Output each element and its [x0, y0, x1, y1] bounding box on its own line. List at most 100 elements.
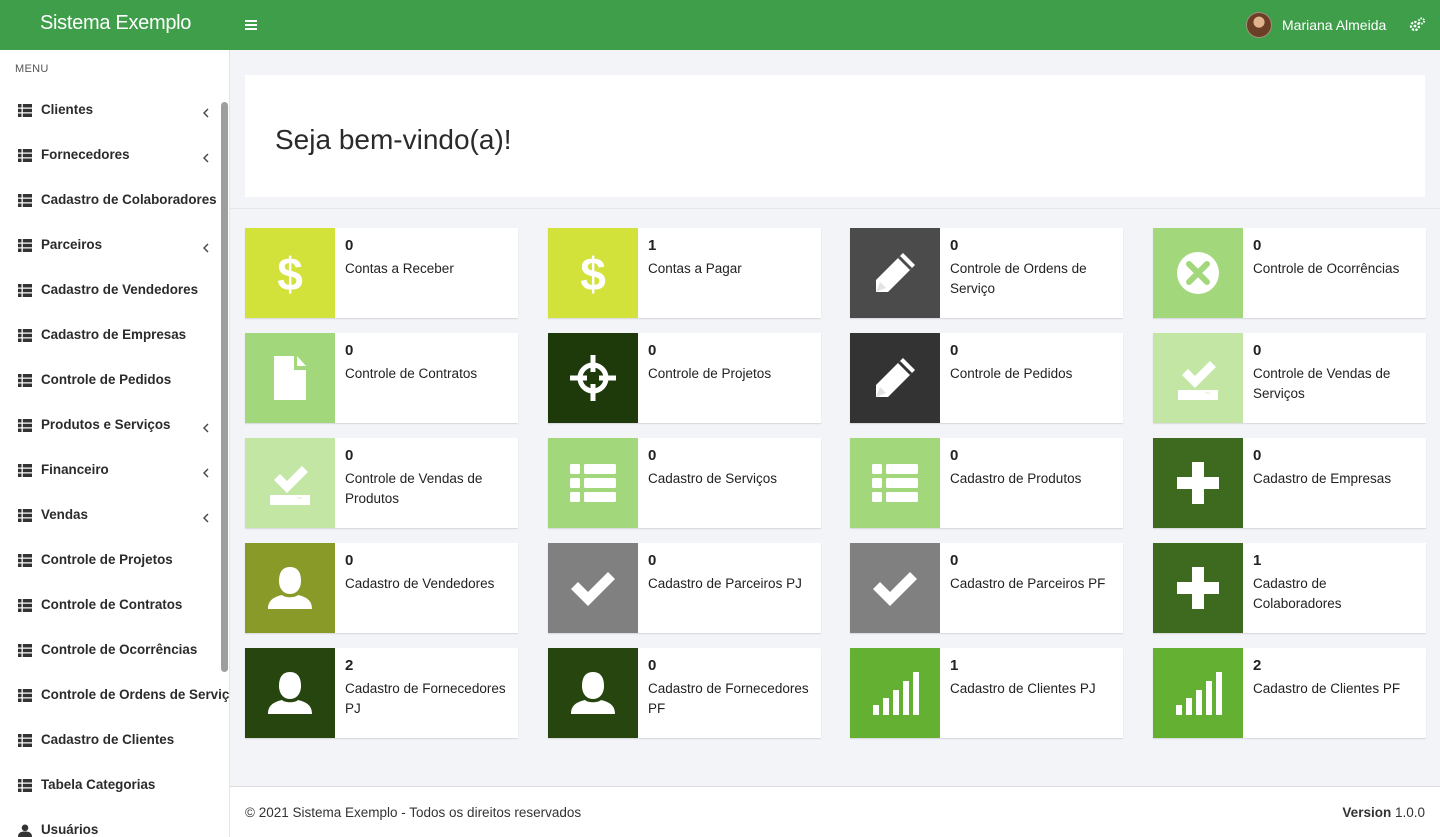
info-box-icon-area [245, 333, 335, 423]
brand-logo[interactable]: Sistema Exemplo [40, 12, 191, 35]
sidebar: MENU Clientes Fornecedores Cadastro de Col… [0, 50, 230, 837]
info-box-label: Contas a Receber [345, 261, 454, 276]
sidebar-item-controle-de-projetos[interactable]: Controle de Projetos [0, 538, 222, 583]
th-list-icon [18, 509, 32, 522]
info-box-cadastro-de-parceiros-pj[interactable]: 0 Cadastro de Parceiros PJ [548, 543, 821, 633]
sidebar-item-label: Produtos e Serviços [41, 417, 171, 432]
sidebar-item-cadastro-de-empresas[interactable]: Cadastro de Empresas [0, 313, 222, 358]
info-box-count: 0 [950, 237, 959, 254]
info-box-label: Contas a Pagar [648, 261, 742, 276]
copyright-text: © 2021 Sistema Exemplo - Todos os direit… [245, 805, 582, 820]
user-name: Mariana Almeida [1282, 17, 1387, 33]
info-box-icon-area [850, 543, 940, 633]
sidebar-item-cadastro-de-vendedores[interactable]: Cadastro de Vendedores [0, 268, 222, 313]
info-box-controle-de-pedidos[interactable]: 0 Controle de Pedidos [850, 333, 1123, 423]
welcome-panel: Seja bem-vindo(a)! [245, 75, 1425, 197]
sidebar-item-clientes[interactable]: Clientes [0, 88, 222, 133]
info-box-icon-area [850, 648, 940, 738]
info-box-icon-area [1153, 543, 1243, 633]
footer: © 2021 Sistema Exemplo - Todos os direit… [230, 786, 1440, 837]
info-box-icon-area [548, 648, 638, 738]
info-box-icon-area [850, 228, 940, 318]
info-box-cadastro-de-clientes-pj[interactable]: 1 Cadastro de Clientes PJ [850, 648, 1123, 738]
menu-toggle-icon[interactable] [243, 17, 259, 33]
sidebar-item-parceiros[interactable]: Parceiros [0, 223, 222, 268]
info-box-label: Cadastro de Empresas [1253, 471, 1392, 486]
sidebar-item-label: Vendas [41, 507, 88, 522]
sidebar-scrollbar[interactable] [221, 102, 228, 672]
info-box-label: Controle de Vendas de Serviços [1253, 366, 1391, 401]
info-box-count: 0 [648, 552, 657, 569]
info-box-icon-area [850, 438, 940, 528]
info-box-cadastro-de-vendedores[interactable]: 0 Cadastro de Vendedores [245, 543, 518, 633]
info-box-controle-de-vendas-de-produtos[interactable]: 0 Controle de Vendas de Produtos [245, 438, 518, 528]
info-box-count: 2 [345, 657, 354, 674]
sidebar-item-cadastro-de-colaboradores[interactable]: Cadastro de Colaboradores [0, 178, 222, 223]
sidebar-item-vendas[interactable]: Vendas [0, 493, 222, 538]
info-box-cadastro-de-produtos[interactable]: 0 Cadastro de Produtos [850, 438, 1123, 528]
sidebar-item-controle-de-pedidos[interactable]: Controle de Pedidos [0, 358, 222, 403]
info-box-label: Cadastro de Vendedores [345, 576, 495, 591]
info-box-icon-area [1153, 333, 1243, 423]
info-box-cadastro-de-colaboradores[interactable]: 1 Cadastro de Colaboradores [1153, 543, 1426, 633]
info-box-contas-a-pagar[interactable]: $1 Contas a Pagar [548, 228, 821, 318]
info-box-count: 0 [1253, 447, 1262, 464]
dollar-icon: $ [265, 248, 315, 298]
sidebar-item-label: Controle de Contratos [41, 597, 183, 612]
info-box-cadastro-de-parceiros-pf[interactable]: 0 Cadastro de Parceiros PF [850, 543, 1123, 633]
sidebar-item-controle-de-contratos[interactable]: Controle de Contratos [0, 583, 222, 628]
info-box-label: Controle de Vendas de Produtos [345, 471, 483, 506]
sidebar-item-produtos-e-servicos[interactable]: Produtos e Serviços [0, 403, 222, 448]
sidebar-item-controle-de-ocorrencias[interactable]: Controle de Ocorrências [0, 628, 222, 673]
th-list-icon [568, 458, 618, 508]
th-list-icon [18, 104, 32, 117]
info-box-controle-de-vendas-de-servicos[interactable]: 0 Controle de Vendas de Serviços [1153, 333, 1426, 423]
version-text: Version 1.0.0 [1342, 805, 1425, 820]
sidebar-item-financeiro[interactable]: Financeiro [0, 448, 222, 493]
sidebar-item-controle-de-ordens-de-servico[interactable]: Controle de Ordens de Serviço [0, 673, 229, 718]
avatar [1246, 12, 1272, 38]
info-box-cadastro-de-clientes-pf[interactable]: 2 Cadastro de Clientes PF [1153, 648, 1426, 738]
sidebar-item-tabela-categorias[interactable]: Tabela Categorias [0, 763, 222, 808]
info-box-label: Cadastro de Parceiros PF [950, 576, 1106, 591]
user-menu[interactable]: Mariana Almeida [1246, 12, 1386, 38]
remove-circle-icon [1173, 248, 1223, 298]
info-box-controle-de-contratos[interactable]: 0 Controle de Contratos [245, 333, 518, 423]
info-box-cadastro-de-fornecedores-pj[interactable]: 2 Cadastro de Fornecedores PJ [245, 648, 518, 738]
chevron-left-icon [202, 465, 209, 478]
user-icon [568, 668, 618, 718]
info-box-label: Controle de Projetos [648, 366, 772, 381]
sidebar-item-fornecedores[interactable]: Fornecedores [0, 133, 222, 178]
file-icon [265, 353, 315, 403]
info-box-contas-a-receber[interactable]: $0 Contas a Receber [245, 228, 518, 318]
info-box-cadastro-de-servicos[interactable]: 0 Cadastro de Serviços [548, 438, 821, 528]
info-box-count: 0 [1253, 237, 1262, 254]
info-box-cadastro-de-fornecedores-pf[interactable]: 0 Cadastro de Fornecedores PF [548, 648, 821, 738]
sidebar-item-label: Tabela Categorias [41, 777, 156, 792]
check-icon [568, 563, 618, 613]
info-box-controle-de-projetos[interactable]: 0 Controle de Projetos [548, 333, 821, 423]
info-box-count: 0 [950, 552, 959, 569]
info-box-count: 0 [345, 237, 354, 254]
th-list-icon [18, 779, 32, 792]
info-box-icon-area [245, 543, 335, 633]
info-box-controle-de-ocorrencias[interactable]: 0 Controle de Ocorrências [1153, 228, 1426, 318]
info-box-controle-de-ordens-de-servico[interactable]: 0 Controle de Ordens de Serviço [850, 228, 1123, 318]
info-box-count: 0 [950, 447, 959, 464]
chevron-left-icon [202, 510, 209, 523]
svg-text:$: $ [580, 248, 606, 298]
chevron-left-icon [202, 420, 209, 433]
info-box-label: Controle de Pedidos [950, 366, 1073, 381]
th-list-icon [18, 734, 32, 747]
info-box-cadastro-de-empresas[interactable]: 0 Cadastro de Empresas [1153, 438, 1426, 528]
th-list-icon [18, 599, 32, 612]
sidebar-item-cadastro-de-clientes[interactable]: Cadastro de Clientes [0, 718, 222, 763]
sidebar-item-usuarios[interactable]: Usuários [0, 808, 222, 837]
gears-icon[interactable] [1408, 16, 1426, 34]
dollar-icon: $ [568, 248, 618, 298]
pencil-icon [870, 353, 920, 403]
check-tray-icon [265, 458, 315, 508]
sidebar-item-label: Controle de Pedidos [41, 372, 172, 387]
user-icon [265, 668, 315, 718]
sidebar-item-label: Fornecedores [41, 147, 130, 162]
